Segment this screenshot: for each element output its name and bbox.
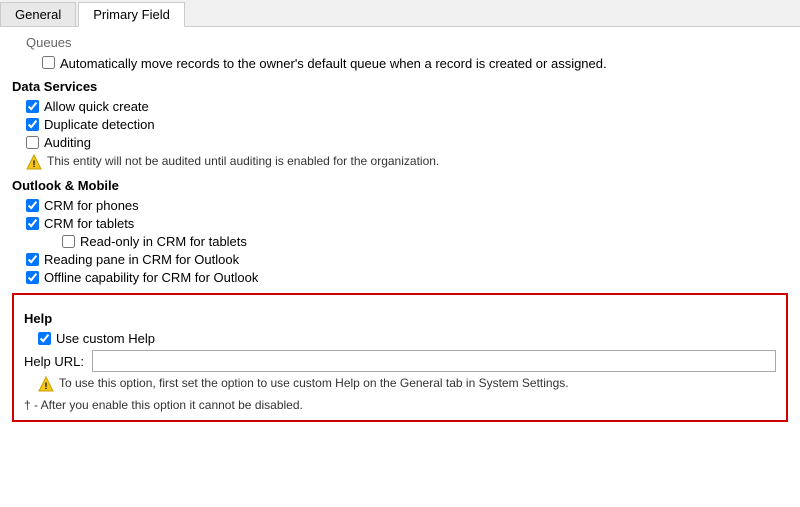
auditing-checkbox[interactable] [26,136,39,149]
help-header: Help [24,311,776,326]
auditing-warning-text: This entity will not be audited until au… [47,154,439,168]
use-custom-help-checkbox[interactable] [38,332,51,345]
crm-phones-label: CRM for phones [44,198,139,213]
crm-tablets-checkbox[interactable] [26,217,39,230]
allow-quick-create-row: Allow quick create [12,99,788,114]
reading-pane-checkbox[interactable] [26,253,39,266]
crm-tablets-label: CRM for tablets [44,216,134,231]
auto-move-label: Automatically move records to the owner'… [60,56,607,71]
queues-section-label: Queues [12,35,788,50]
data-services-header: Data Services [12,79,788,94]
help-url-row: Help URL: [24,350,776,372]
auto-move-row: Automatically move records to the owner'… [12,56,788,71]
auditing-row: Auditing [12,135,788,150]
auto-move-checkbox[interactable] [42,56,55,69]
help-warning-icon: ! [38,376,54,392]
help-section: Help Use custom Help Help URL: ! To use … [12,293,788,422]
crm-phones-row: CRM for phones [12,198,788,213]
allow-quick-create-label: Allow quick create [44,99,149,114]
duplicate-detection-row: Duplicate detection [12,117,788,132]
read-only-tablets-checkbox[interactable] [62,235,75,248]
help-url-input[interactable] [92,350,776,372]
content-area: Queues Automatically move records to the… [0,27,800,430]
tab-general[interactable]: General [0,2,76,26]
crm-phones-checkbox[interactable] [26,199,39,212]
read-only-tablets-label: Read-only in CRM for tablets [80,234,247,249]
offline-capability-checkbox[interactable] [26,271,39,284]
duplicate-detection-label: Duplicate detection [44,117,155,132]
outlook-mobile-header: Outlook & Mobile [12,178,788,193]
use-custom-help-label: Use custom Help [56,331,155,346]
help-warning-row: ! To use this option, first set the opti… [38,376,776,392]
offline-capability-label: Offline capability for CRM for Outlook [44,270,258,285]
offline-capability-row: Offline capability for CRM for Outlook [12,270,788,285]
reading-pane-row: Reading pane in CRM for Outlook [12,252,788,267]
help-warning-text: To use this option, first set the option… [59,376,569,390]
duplicate-detection-checkbox[interactable] [26,118,39,131]
crm-tablets-row: CRM for tablets [12,216,788,231]
allow-quick-create-checkbox[interactable] [26,100,39,113]
auditing-warning-row: ! This entity will not be audited until … [26,154,788,170]
auditing-warning-icon: ! [26,154,42,170]
svg-text:!: ! [45,381,48,391]
tab-bar: General Primary Field [0,0,800,27]
use-custom-help-row: Use custom Help [24,331,776,346]
read-only-tablets-row: Read-only in CRM for tablets [12,234,788,249]
reading-pane-label: Reading pane in CRM for Outlook [44,252,239,267]
svg-text:!: ! [33,159,36,169]
tab-primary-field[interactable]: Primary Field [78,2,185,27]
help-footnote: † - After you enable this option it cann… [24,398,776,412]
help-url-label: Help URL: [24,354,84,369]
auditing-label: Auditing [44,135,91,150]
